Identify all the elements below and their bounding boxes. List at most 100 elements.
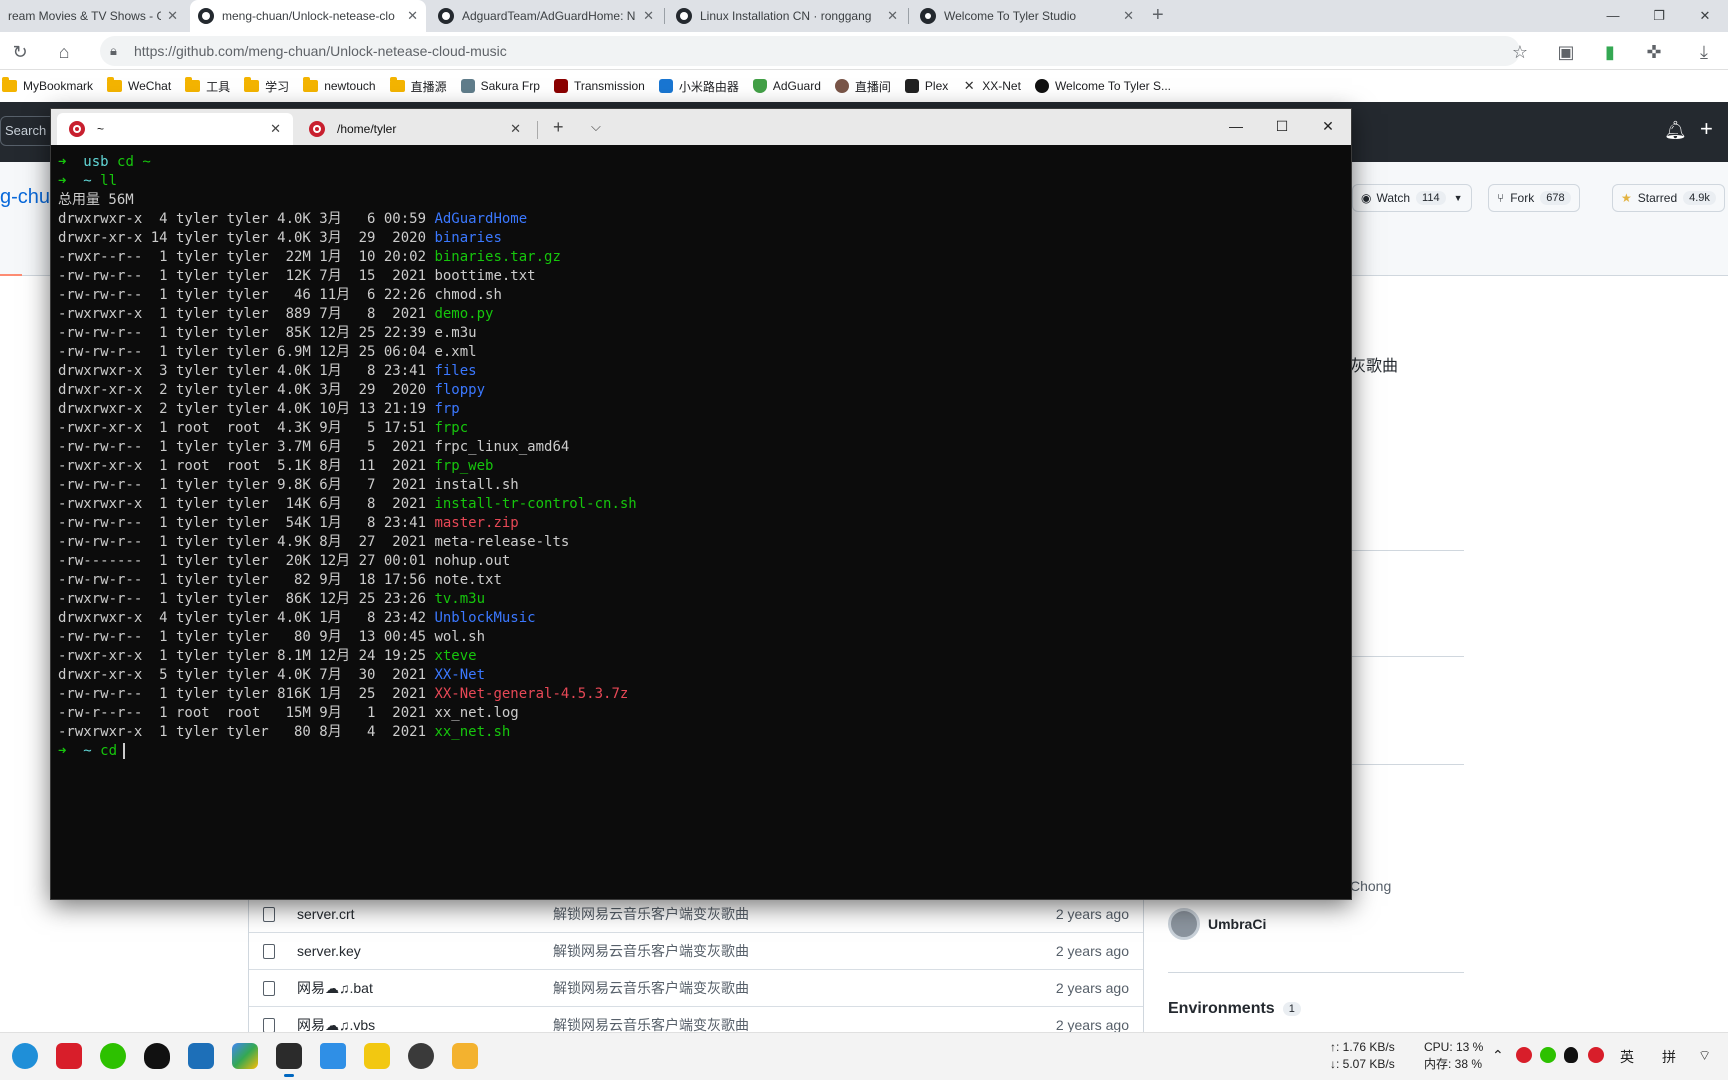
close-tab-icon[interactable]: ✕ (643, 8, 654, 24)
bookmark-adguard[interactable]: AdGuard (752, 79, 821, 93)
terminal-output[interactable]: ➜ usb cd ~ ➜ ~ ll 总用量 56M drwxrwxr-x 4 tyle… (58, 153, 1343, 891)
extension-green-icon[interactable]: ▮ (1598, 40, 1622, 64)
terminal-window[interactable]: ~ ✕ /home/tyler ✕ + ⌵ — ☐ ✕ ➜ usb cd ~ ➜ … (50, 108, 1352, 900)
commit-message[interactable]: 解锁网易云音乐客户端变灰歌曲 (553, 941, 749, 961)
browser-tab[interactable]: AdguardTeam/AdGuardHome: N ✕ (430, 0, 662, 32)
contributor-item[interactable]: UmbraCi (1168, 908, 1266, 940)
file-name[interactable]: server.key (297, 943, 361, 959)
repo-name[interactable]: g-chu (0, 186, 50, 209)
home-icon[interactable]: ⌂ (52, 40, 76, 64)
bookmark-folder[interactable]: 直播源 (389, 77, 447, 95)
fork-button[interactable]: ⑂ Fork 678 (1488, 184, 1580, 212)
new-terminal-tab-icon[interactable]: + (553, 117, 564, 138)
notifications-bell-icon[interactable]: 🔔︎ (1664, 120, 1687, 141)
folder-icon (185, 77, 201, 92)
create-new-icon[interactable]: + (1700, 116, 1713, 142)
restore-icon[interactable]: ❐ (1636, 0, 1682, 32)
commit-message[interactable]: 解锁网易云音乐客户端变灰歌曲 (553, 904, 749, 924)
close-tab-icon[interactable]: ✕ (1123, 8, 1134, 24)
file-row[interactable]: server.crt 解锁网易云音乐客户端变灰歌曲 2 years ago (249, 896, 1143, 933)
browser-tab[interactable]: Linux Installation CN · ronggang ✕ (668, 0, 906, 32)
qq-icon[interactable] (144, 1043, 170, 1069)
file-row[interactable]: 网易☁♫.bat 解锁网易云音乐客户端变灰歌曲 2 years ago (249, 970, 1143, 1007)
close-tab-icon[interactable]: ✕ (510, 121, 521, 137)
file-name[interactable]: 网易☁♫.bat (297, 978, 373, 998)
tab-separator (664, 8, 665, 24)
vscode-icon[interactable] (188, 1043, 214, 1069)
netease-tray-icon[interactable] (1516, 1047, 1532, 1063)
maximize-icon[interactable]: ☐ (1259, 109, 1305, 145)
bookmark-tyler-studio[interactable]: Welcome To Tyler S... (1034, 79, 1171, 93)
bookmark-transmission[interactable]: Transmission (553, 79, 645, 93)
file-metadata: -rw-rw-r-- 1 tyler tyler 816K 1月 25 2021 (58, 686, 435, 702)
minimize-icon[interactable]: — (1213, 109, 1259, 145)
close-tab-icon[interactable]: ✕ (167, 8, 178, 24)
wechat-tray-icon[interactable] (1540, 1047, 1556, 1063)
prompt-arrow-icon: ➜ (58, 154, 84, 170)
bookmark-sakura-frp[interactable]: Sakura Frp (460, 79, 540, 93)
bookmark-xiaomi-router[interactable]: 小米路由器 (658, 78, 739, 95)
close-window-icon[interactable]: ✕ (1682, 0, 1728, 32)
browser-tab[interactable]: ream Movies & TV Shows - Go ✕ (0, 0, 186, 32)
file-name[interactable]: server.crt (297, 906, 355, 922)
browser-tab-active[interactable]: meng-chuan/Unlock-netease-clo ✕ (190, 0, 426, 32)
bookmark-live-room[interactable]: 直播间 (834, 78, 891, 95)
file-metadata: drwxrwxr-x 3 tyler tyler 4.0K 1月 8 23:41 (58, 363, 435, 379)
terminal-titlebar[interactable]: ~ ✕ /home/tyler ✕ + ⌵ — ☐ ✕ (51, 109, 1351, 145)
reload-icon[interactable]: ↻ (8, 40, 32, 64)
chevron-down-icon[interactable]: ⌵ (591, 119, 601, 135)
prompt-command[interactable]: ll (100, 173, 117, 189)
contributor-name[interactable]: Chong (1350, 878, 1391, 894)
bookmark-folder[interactable]: WeChat (107, 77, 171, 93)
prompt-command[interactable]: cd ~ (117, 154, 151, 170)
close-tab-icon[interactable]: ✕ (270, 121, 281, 137)
file-name: meta-release-lts (434, 534, 570, 550)
file-metadata: -rw-rw-r-- 1 tyler tyler 4.9K 8月 27 2021 (58, 534, 435, 550)
new-tab-icon[interactable]: + (1152, 4, 1164, 27)
music-tray-icon[interactable] (1588, 1047, 1604, 1063)
file-name: XX-Net-general-4.5.3.7z (434, 686, 629, 702)
starred-button[interactable]: ★ Starred 4.9k (1612, 184, 1725, 212)
terminal-tab-active[interactable]: ~ ✕ (57, 113, 293, 145)
ime-language[interactable]: 英 (1620, 1047, 1634, 1067)
bookmark-plex[interactable]: Plex (904, 79, 948, 93)
ls-entry: -rwxrwxr-x 1 tyler tyler 14K 6月 8 2021 i… (58, 495, 1343, 514)
bookmark-folder[interactable]: 工具 (185, 77, 230, 95)
edge-browser-icon[interactable] (12, 1043, 38, 1069)
watch-button[interactable]: ◉ Watch 114 ▼ (1352, 184, 1472, 212)
tray-expand-icon[interactable]: ⌃ (1492, 1047, 1504, 1064)
terminal-icon[interactable] (276, 1043, 302, 1077)
prompt-directory: usb (83, 154, 109, 170)
wechat-icon[interactable] (100, 1043, 126, 1069)
prompt-command[interactable]: cd (100, 743, 117, 759)
phone-app-icon[interactable] (320, 1043, 346, 1069)
qq-tray-icon[interactable] (1564, 1047, 1578, 1063)
file-metadata: drwxrwxr-x 2 tyler tyler 4.0K 10月 13 21:… (58, 401, 435, 417)
netease-music-icon[interactable] (56, 1043, 82, 1069)
file-row[interactable]: server.key 解锁网易云音乐客户端变灰歌曲 2 years ago (249, 933, 1143, 970)
file-name: xx_net.sh (434, 724, 511, 740)
collections-icon[interactable]: ▣ (1554, 40, 1578, 64)
terminal-tab[interactable]: /home/tyler ✕ (297, 113, 533, 145)
bookmark-folder[interactable]: MyBookmark (2, 77, 93, 93)
wifi-icon[interactable]: ⌔ (1698, 1047, 1711, 1065)
commit-message[interactable]: 解锁网易云音乐客户端变灰歌曲 (553, 978, 749, 998)
file-explorer-icon[interactable] (452, 1043, 478, 1069)
favorites-star-icon[interactable]: ☆ (1508, 40, 1532, 64)
extensions-puzzle-icon[interactable]: ✜ (1642, 40, 1666, 64)
close-tab-icon[interactable]: ✕ (407, 8, 418, 24)
close-window-icon[interactable]: ✕ (1305, 109, 1351, 145)
minimize-icon[interactable]: — (1590, 0, 1636, 32)
close-tab-icon[interactable]: ✕ (887, 8, 898, 24)
bookmark-folder[interactable]: newtouch (303, 77, 376, 93)
bookmark-xx-net[interactable]: ✕ XX-Net (962, 79, 1021, 93)
bookmark-folder[interactable]: 学习 (244, 77, 289, 95)
environments-heading[interactable]: Environments 1 (1168, 1000, 1301, 1018)
browser-tab[interactable]: Welcome To Tyler Studio ✕ (912, 0, 1142, 32)
sticky-notes-icon[interactable] (364, 1043, 390, 1069)
obs-icon[interactable] (408, 1043, 434, 1069)
download-icon[interactable]: ⤓ (1692, 40, 1716, 64)
drive-icon[interactable] (232, 1043, 258, 1069)
address-bar[interactable]: 🔒︎ https://github.com/meng-chuan/Unlock-… (100, 36, 1520, 66)
ime-mode[interactable]: 拼 (1662, 1047, 1676, 1067)
